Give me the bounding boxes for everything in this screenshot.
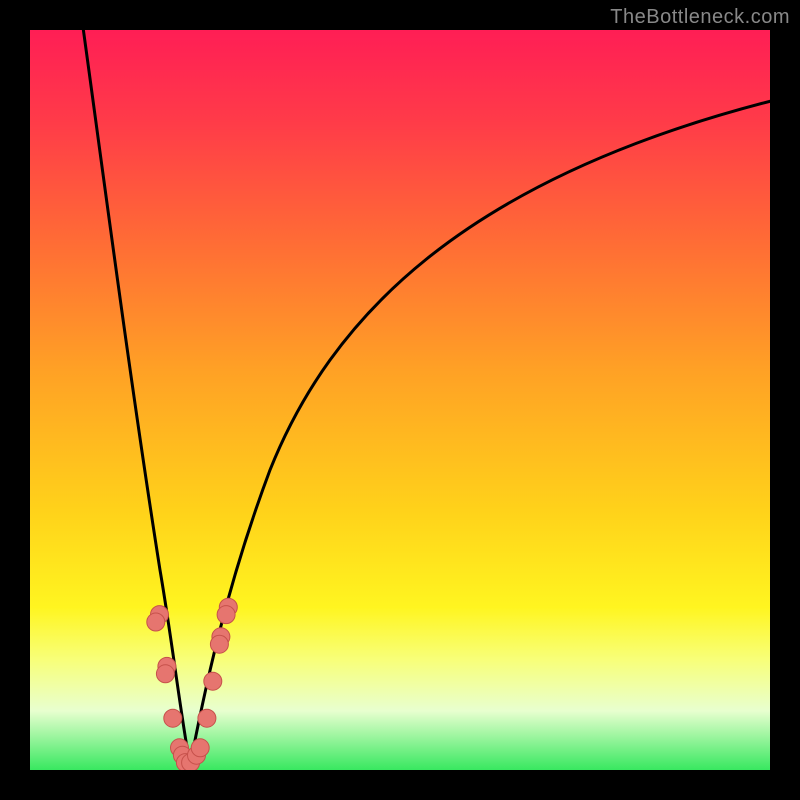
bottleneck-curve-left: [82, 30, 190, 765]
data-marker: [204, 672, 222, 690]
chart-frame: TheBottleneck.com: [0, 0, 800, 800]
bottleneck-curve-right: [190, 100, 770, 765]
data-marker: [156, 665, 174, 683]
marker-layer: [147, 598, 238, 770]
data-marker: [198, 709, 216, 727]
curve-group: [82, 30, 770, 765]
plot-area: [30, 30, 770, 770]
data-marker: [217, 606, 235, 624]
data-marker: [147, 613, 165, 631]
data-marker: [191, 739, 209, 757]
data-marker: [164, 709, 182, 727]
chart-svg: [30, 30, 770, 770]
watermark-text: TheBottleneck.com: [610, 6, 790, 29]
data-marker: [210, 635, 228, 653]
